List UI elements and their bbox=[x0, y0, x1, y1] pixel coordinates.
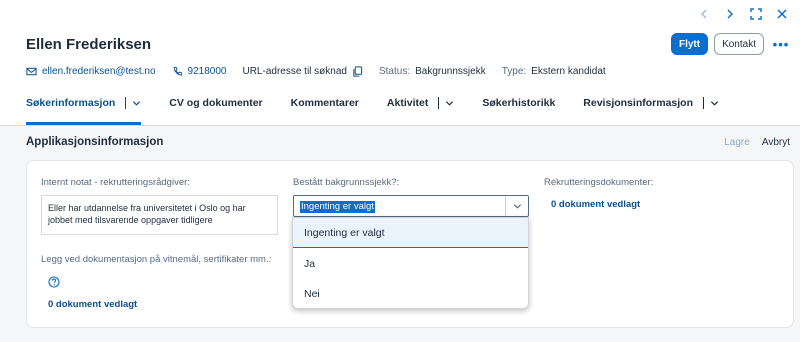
tab-label: Søkerhistorikk bbox=[482, 97, 556, 109]
tab-label: Kommentarer bbox=[290, 97, 359, 109]
tab-label: Revisjonsinformasjon bbox=[583, 97, 693, 109]
chevron-down-icon[interactable] bbox=[506, 196, 528, 216]
type-item: Type: Ekstern kandidat bbox=[502, 66, 606, 77]
top-navigation bbox=[696, 6, 790, 22]
cancel-button[interactable]: Avbryt bbox=[762, 137, 790, 148]
attach-docs-label: Legg ved dokumentasjon på vitnemål, sert… bbox=[41, 254, 272, 265]
phone-link[interactable]: 9218000 bbox=[188, 66, 227, 77]
tab-revisjonsinformasjon[interactable]: Revisjonsinformasjon bbox=[583, 93, 719, 113]
tab-aktivitet[interactable]: Aktivitet bbox=[387, 93, 454, 113]
type-value: Ekstern kandidat bbox=[531, 66, 606, 77]
tab-cv-og-dokumenter[interactable]: CV og dokumenter bbox=[169, 93, 262, 113]
status-label: Status: bbox=[378, 66, 411, 77]
status-item: Status: Bakgrunnssjekk bbox=[379, 66, 486, 77]
internal-note-label: Internt notat - rekrutteringsrådgiver: bbox=[41, 177, 190, 188]
tab-separator bbox=[703, 97, 704, 109]
close-icon[interactable] bbox=[774, 6, 790, 22]
type-label: Type: bbox=[501, 66, 527, 77]
section-header: Applikasjonsinformasjon Lagre Avbryt bbox=[10, 127, 800, 155]
chevron-down-icon[interactable] bbox=[710, 99, 719, 108]
email-link[interactable]: ellen.frederiksen@test.no bbox=[42, 66, 156, 77]
next-icon[interactable] bbox=[722, 6, 738, 22]
tab-sokerinformasjon[interactable]: Søkerinformasjon bbox=[26, 93, 142, 125]
header-actions: Flytt Kontakt ••• bbox=[670, 33, 792, 55]
tab-label: CV og dokumenter bbox=[169, 97, 263, 109]
page-title: Ellen Frederiksen bbox=[26, 36, 152, 53]
chevron-down-icon[interactable] bbox=[132, 99, 141, 108]
email-icon bbox=[26, 67, 37, 76]
tab-label: Søkerinformasjon bbox=[26, 97, 116, 109]
bg-check-label: Bestått bakgrunnssjekk?: bbox=[293, 177, 400, 188]
dropdown-option-nei[interactable]: Nei bbox=[293, 279, 528, 309]
copy-icon[interactable] bbox=[352, 66, 363, 77]
recruit-docs-label: Rekrutteringsdokumenter: bbox=[544, 177, 654, 188]
save-button[interactable]: Lagre bbox=[724, 137, 750, 148]
tab-sokerhistorikk[interactable]: Søkerhistorikk bbox=[482, 93, 555, 113]
recruit-docs-link[interactable]: 0 dokument vedlagt bbox=[551, 199, 640, 210]
section-actions: Lagre Avbryt bbox=[724, 137, 790, 148]
bg-check-selected-value: Ingenting er valgt bbox=[300, 201, 375, 213]
tab-separator bbox=[125, 97, 127, 109]
url-label[interactable]: URL-adresse til søknad bbox=[242, 66, 346, 77]
move-button[interactable]: Flytt bbox=[670, 33, 709, 55]
candidate-info-row: ellen.frederiksen@test.no 9218000 URL-ad… bbox=[26, 66, 622, 77]
object-page-header: Ellen Frederiksen Flytt Kontakt ••• elle… bbox=[0, 0, 800, 126]
phone-icon bbox=[173, 66, 182, 76]
phone-item[interactable]: 9218000 bbox=[172, 66, 227, 77]
tab-bar: Søkerinformasjon CV og dokumenter Kommen… bbox=[26, 93, 747, 125]
tab-kommentarer[interactable]: Kommentarer bbox=[291, 93, 359, 113]
status-value: Bakgrunnssjekk bbox=[415, 66, 486, 77]
email-item[interactable]: ellen.frederiksen@test.no bbox=[26, 66, 156, 77]
tab-separator bbox=[438, 97, 440, 109]
bg-check-select[interactable]: Ingenting er valgt bbox=[293, 195, 529, 217]
bg-check-dropdown-list: Ingenting er valgt Ja Nei bbox=[292, 217, 529, 309]
attach-docs-link[interactable]: 0 dokument vedlagt bbox=[48, 299, 137, 310]
internal-note-textarea[interactable]: Eller har utdannelse fra universitetet i… bbox=[41, 195, 278, 235]
more-button[interactable]: ••• bbox=[770, 33, 792, 55]
fullscreen-icon[interactable] bbox=[748, 6, 764, 22]
chevron-down-icon[interactable] bbox=[445, 99, 454, 108]
help-icon[interactable] bbox=[48, 276, 60, 288]
url-item[interactable]: URL-adresse til søknad bbox=[242, 66, 363, 77]
contact-button[interactable]: Kontakt bbox=[714, 33, 764, 55]
dropdown-option-ingenting[interactable]: Ingenting er valgt bbox=[293, 218, 528, 248]
section-title: Applikasjonsinformasjon bbox=[26, 136, 164, 148]
previous-icon[interactable] bbox=[696, 6, 712, 22]
dropdown-option-ja[interactable]: Ja bbox=[293, 249, 528, 279]
tab-label: Aktivitet bbox=[386, 97, 429, 109]
